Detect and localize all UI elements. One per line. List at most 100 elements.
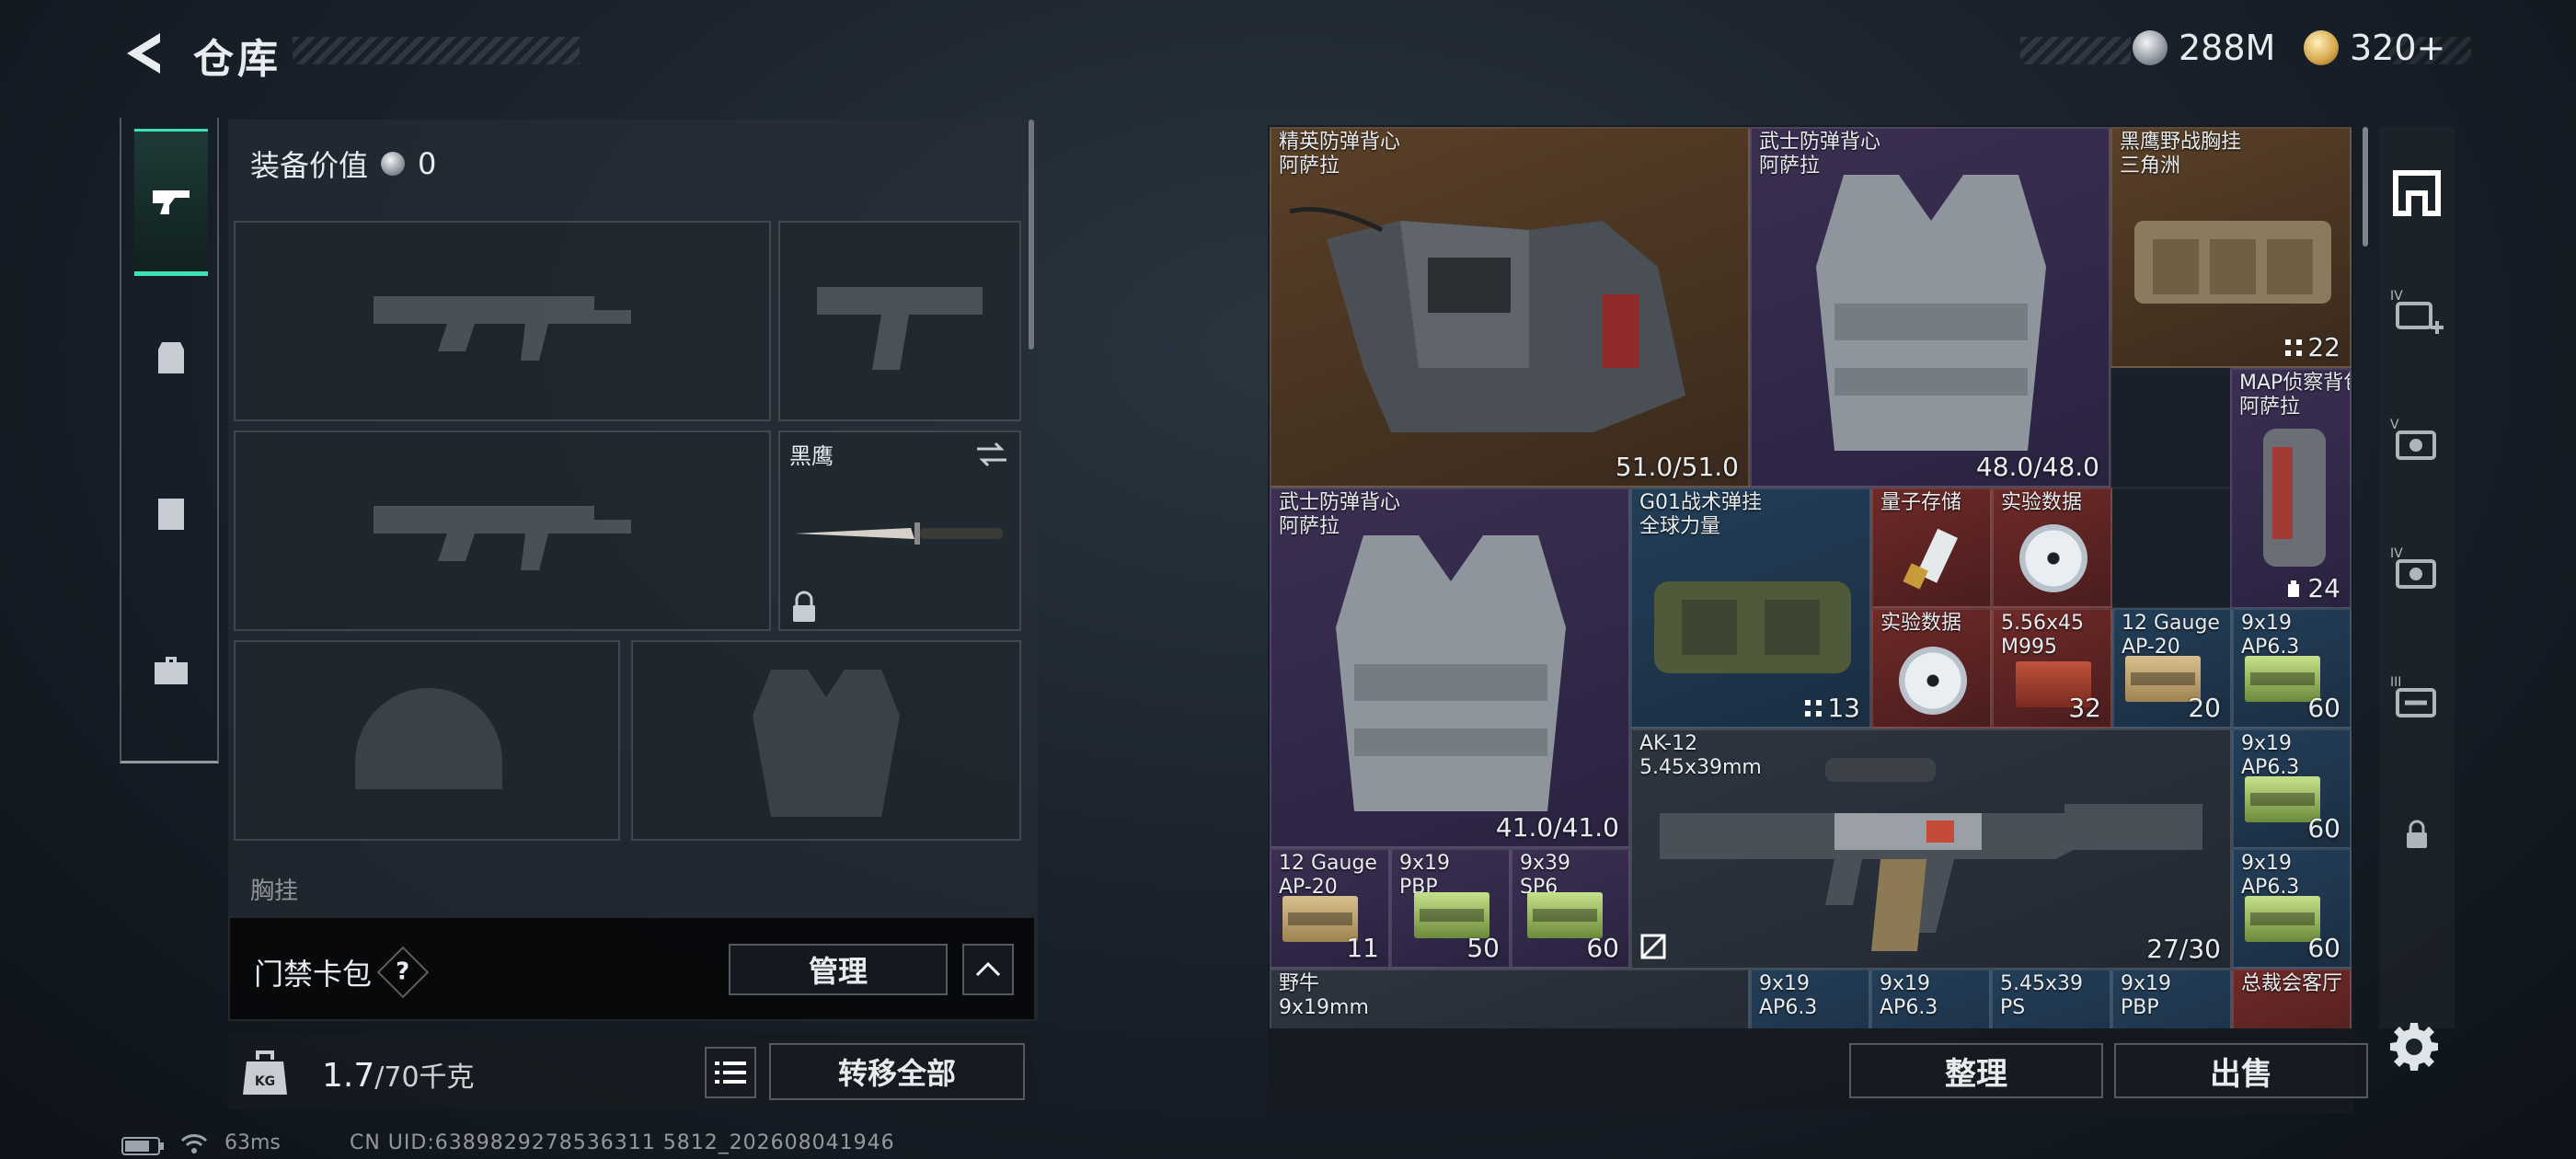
pistol-slot[interactable] <box>778 221 1021 421</box>
stash-item[interactable]: 5.56x45 M995 32 <box>1992 608 2112 729</box>
list-view-button[interactable] <box>705 1047 756 1098</box>
access-card-label-group: 门禁卡包 ? <box>254 946 430 999</box>
item-count: 60 <box>2307 693 2340 723</box>
list-icon <box>715 1061 746 1084</box>
stash-page-iv-add[interactable]: IV <box>2383 272 2451 355</box>
melee-slot-label: 黑鹰 <box>789 443 834 469</box>
item-name: 9x19 AP6.3 <box>1759 972 1818 1019</box>
help-icon[interactable]: ? <box>376 946 430 999</box>
stash-item[interactable]: 量子存储 <box>1871 488 1992 608</box>
rifle-icon <box>1660 758 2202 951</box>
stash-page-v[interactable]: V <box>2383 401 2451 484</box>
title-decoration <box>293 37 580 64</box>
item-durability: 48.0/48.0 <box>1975 452 2099 482</box>
item-capacity: 24 <box>2283 573 2340 603</box>
item-name: 总裁会客厅 <box>2241 972 2343 995</box>
stash-item[interactable]: 9x19 AP6.3 <box>1870 969 1991 1028</box>
item-capacity: 13 <box>1803 693 1860 723</box>
ammo-box-icon <box>1414 892 1489 938</box>
stash-item[interactable]: 9x19 AP6.3 <box>1750 969 1870 1028</box>
gear-icon[interactable] <box>2388 1021 2440 1073</box>
sort-button[interactable]: 整理 <box>1849 1043 2103 1098</box>
item-name: 野牛 9x19mm <box>1279 972 1369 1019</box>
item-name: 12 Gauge AP-20 <box>1279 852 1377 899</box>
no-attachment-icon <box>1640 934 1666 959</box>
stash-item[interactable]: 武士防弹背心 阿萨拉 48.0/48.0 <box>1750 127 2110 488</box>
stash-page-iv[interactable]: IV <box>2383 530 2451 613</box>
equipment-scrollbar[interactable] <box>1029 120 1034 350</box>
svg-text:KG: KG <box>255 1074 275 1089</box>
stash-item[interactable]: 9x19 AP6.3 60 <box>2232 729 2352 849</box>
stash-item[interactable]: 实验数据 <box>1871 608 1992 729</box>
clipboard-icon <box>158 499 184 530</box>
stash-icon <box>2393 170 2441 216</box>
equipment-value-amount: 0 <box>418 146 437 181</box>
lock-icon <box>2407 820 2427 848</box>
stash-item[interactable]: 9x19 PBP 50 <box>1390 848 1511 969</box>
stash-item[interactable]: 12 Gauge AP-20 20 <box>2112 608 2232 729</box>
body-armor-icon <box>1816 175 2046 451</box>
melee-slot[interactable]: 黑鹰 <box>778 430 1021 631</box>
manage-button[interactable]: 管理 <box>729 944 948 995</box>
stash-item[interactable]: 黑鹰野战胸挂 三角洲 22 <box>2110 127 2352 368</box>
stash-item[interactable]: 9x19 AP6.3 60 <box>2232 848 2352 969</box>
secondary-weapon-slot[interactable] <box>234 430 771 631</box>
item-count: 32 <box>2068 693 2101 723</box>
rifle-silhouette-icon <box>374 296 631 361</box>
card-iii-icon: III <box>2390 675 2436 717</box>
stash-item[interactable]: 实验数据 <box>1992 488 2112 608</box>
stash-item[interactable]: 9x19 AP6.3 60 <box>2232 608 2352 729</box>
tab-armor[interactable] <box>134 283 208 430</box>
item-name: 实验数据 <box>1880 612 1962 635</box>
chest-rig-row-label: 胸挂 <box>250 878 299 905</box>
stash-item[interactable]: 总裁会客厅 <box>2232 969 2352 1028</box>
tab-storage[interactable] <box>134 440 208 587</box>
ping-readout: 63ms <box>224 1131 281 1154</box>
stash-item[interactable]: 精英防弹背心 阿萨拉 51.0/51.0 <box>1270 127 1750 488</box>
stash-item[interactable]: 野牛 9x19mm <box>1270 969 1750 1028</box>
primary-weapon-slot[interactable] <box>234 221 771 421</box>
svg-text:III: III <box>2390 675 2401 690</box>
body-armor-icon <box>1336 535 1566 811</box>
item-count: 60 <box>2307 933 2340 963</box>
tab-tools[interactable] <box>134 596 208 743</box>
stash-item[interactable]: 武士防弹背心 阿萨拉 41.0/41.0 <box>1270 488 1630 848</box>
data-disc-icon <box>1899 647 1967 715</box>
stash-page-iii[interactable]: III <box>2383 659 2451 741</box>
stash-scrollbar[interactable] <box>2363 127 2368 247</box>
gun-icon <box>153 190 190 214</box>
helmet-slot[interactable] <box>234 640 620 841</box>
transfer-all-button[interactable]: 转移全部 <box>769 1043 1025 1100</box>
item-ammo-count: 27/30 <box>2146 934 2221 964</box>
collapse-button[interactable] <box>962 944 1014 995</box>
tab-weapons[interactable] <box>134 129 208 276</box>
stash-item[interactable]: MAP侦察背包 阿萨拉 24 <box>2230 368 2352 609</box>
stash-item[interactable]: AK-12 5.45x39mm 27/30 <box>1630 729 2232 970</box>
item-name: 5.56x45 M995 <box>2001 612 2084 659</box>
stash-item[interactable]: 5.45x39 PS <box>1991 969 2111 1028</box>
toolbox-icon <box>155 657 188 684</box>
item-name: 实验数据 <box>2001 491 2083 514</box>
stash-item[interactable]: 9x19 PBP <box>2111 969 2232 1028</box>
stash-item[interactable]: 9x39 SP6 60 <box>1511 848 1630 969</box>
pistol-silhouette-icon <box>817 287 983 370</box>
stash-page-main[interactable] <box>2383 151 2451 234</box>
item-capacity: 22 <box>2283 332 2340 362</box>
swap-icon[interactable] <box>973 438 1010 471</box>
weight-readout: 1.7/70千克 <box>322 1054 475 1095</box>
battery-icon <box>121 1137 164 1155</box>
card-iv-add-icon: IV <box>2390 289 2444 334</box>
backpack-capacity-icon <box>2288 580 2300 597</box>
back-arrow-icon[interactable] <box>118 28 169 79</box>
silver-currency-amount: 288M <box>2179 28 2276 68</box>
stash-item[interactable]: G01战术弹挂 全球力量 13 <box>1630 488 1871 729</box>
sell-button[interactable]: 出售 <box>2114 1043 2368 1098</box>
item-count: 11 <box>1346 933 1379 963</box>
armor-slot[interactable] <box>631 640 1021 841</box>
usb-drive-icon <box>1903 528 1958 590</box>
backpack-icon <box>2263 429 2326 567</box>
stash-item[interactable]: 12 Gauge AP-20 11 <box>1270 848 1390 969</box>
svg-text:IV: IV <box>2390 289 2403 304</box>
silver-currency: 288M <box>2133 28 2275 68</box>
stash-page-locked[interactable] <box>2383 793 2451 876</box>
